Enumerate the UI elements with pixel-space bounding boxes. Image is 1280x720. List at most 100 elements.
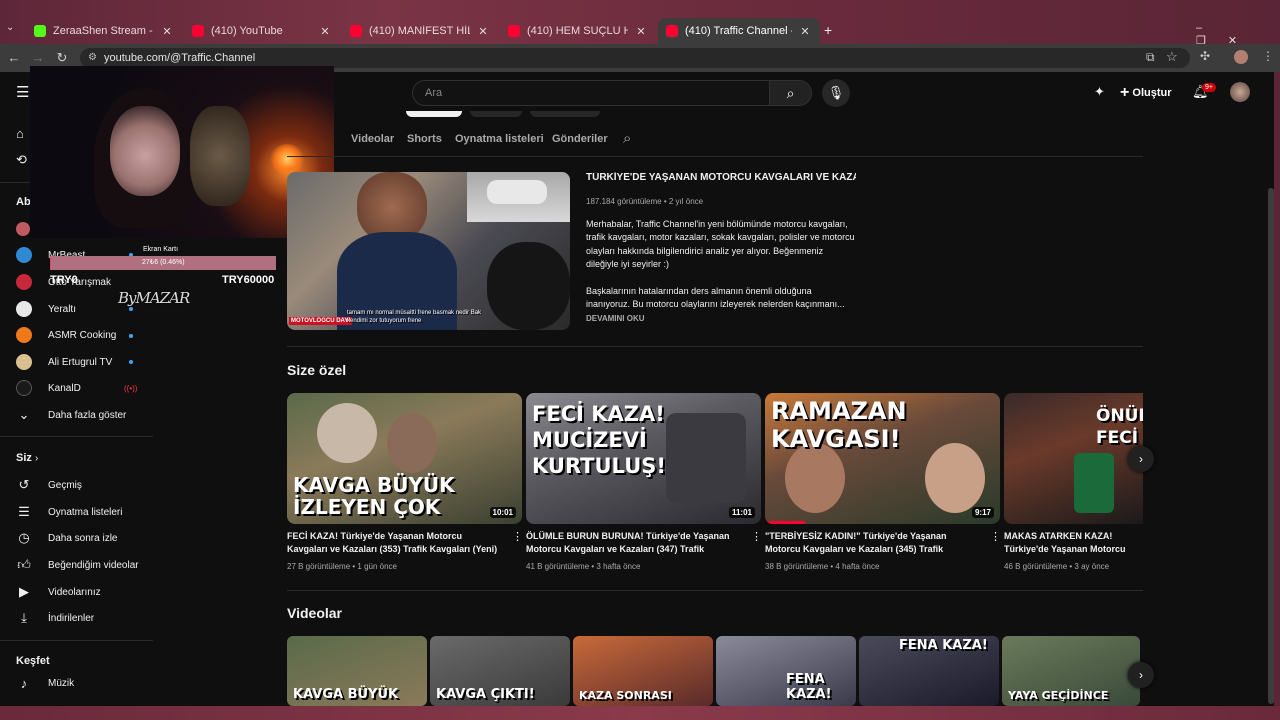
history-icon: ↺ [18, 477, 30, 492]
thumb-person [785, 443, 845, 513]
video-thumbnail[interactable]: KAVGA ÇIKTI! [430, 636, 570, 706]
url-field[interactable]: ⚙ youtube.com/@Traffic.Channel [80, 48, 1190, 68]
featured-video-title[interactable]: TÜRKİYE'DE YAŞANAN MOTORCU KAVGALARI VE … [586, 172, 856, 183]
tab-posts[interactable]: Gönderiler [552, 133, 608, 145]
search-input[interactable]: Ara [412, 80, 770, 106]
divider [0, 436, 153, 437]
channel-avatar [16, 274, 32, 290]
thumb-dog [487, 242, 570, 330]
video-title[interactable]: ÖLÜMLE BURUN BURUNA! Türkiye'de Yaşanan … [526, 530, 741, 556]
bookmark-star-icon[interactable]: ☆ [1166, 49, 1178, 65]
thumb-text: YAYA GEÇİDİNCE [1008, 689, 1109, 702]
close-icon[interactable]: ✕ [798, 25, 812, 38]
account-avatar[interactable] [1230, 82, 1250, 102]
close-icon[interactable]: ✕ [634, 25, 648, 38]
browser-tab-2[interactable]: (410) YouTube ✕ [184, 18, 340, 44]
more-options-icon[interactable]: ⋮ [512, 530, 523, 543]
hamburger-menu-icon[interactable]: ☰ [16, 83, 29, 101]
video-card-thumbnail[interactable]: KAVGA BÜYÜK İZLEYEN ÇOK 10:01 [287, 393, 522, 524]
music-note-icon: ♪ [20, 675, 28, 691]
reload-icon[interactable]: ↻ [54, 50, 70, 66]
video-thumbnail[interactable]: KAZA SONRASI [573, 636, 713, 706]
cast-icon[interactable]: ✦ [1094, 84, 1105, 100]
close-icon[interactable]: ✕ [318, 25, 332, 38]
search-button[interactable]: ⌕ [770, 80, 812, 106]
carousel-next-button[interactable]: › [1128, 662, 1154, 688]
plus-icon: + [1120, 84, 1130, 102]
tab-list-chevron-icon[interactable]: ⌄ [6, 22, 14, 33]
site-info-icon[interactable]: ⚙ [88, 48, 97, 68]
video-meta: 46 B görüntüleme • 3 ay önce [1004, 562, 1110, 571]
channel-avatar [16, 301, 32, 317]
new-tab-icon[interactable]: + [824, 22, 832, 38]
sidebar-item-label: Ali Ertugrul TV [48, 356, 113, 368]
tab-shorts[interactable]: Shorts [407, 133, 442, 145]
watch-progress-bar [765, 521, 805, 524]
youtube-icon [508, 25, 520, 37]
sidebar-sub-ali-ertugrul[interactable]: Ali Ertugrul TV [0, 349, 150, 375]
browser-tab-4[interactable]: (410) HEM SUÇLU HEM KAÇAK ✕ [500, 18, 656, 44]
install-icon[interactable]: ⧉ [1146, 50, 1155, 65]
chip[interactable] [530, 111, 600, 117]
widget-progress-text: 27₺6 (0.46%) [142, 259, 185, 266]
extensions-icon[interactable]: ✣ [1200, 49, 1210, 63]
notification-badge: 9+ [1202, 83, 1216, 92]
tab-playlists[interactable]: Oynatma listeleri [455, 133, 544, 145]
thumb-text: RAMAZAN KAVGASI! [771, 397, 907, 453]
create-button[interactable]: + Oluştur [1120, 81, 1172, 105]
video-thumbnail[interactable]: FENA KAZA! [859, 636, 999, 706]
sidebar-item-music[interactable]: ♪ Müzik [0, 670, 150, 696]
sidebar-item-playlists[interactable]: ☰ Oynatma listeleri [0, 499, 150, 525]
forward-icon[interactable]: → [30, 50, 46, 65]
shorts-icon[interactable]: ⟲ [16, 152, 27, 168]
more-options-icon[interactable]: ⋮ [751, 530, 762, 543]
chip[interactable] [470, 111, 522, 117]
channel-search-icon[interactable]: ⌕ [623, 130, 631, 147]
divider [287, 590, 1143, 591]
featured-description-2: Başkalarının hatalarından ders almanın ö… [586, 286, 845, 310]
channel-avatar[interactable] [16, 222, 30, 236]
sidebar-item-watch-later[interactable]: ◷ Daha sonra izle [0, 525, 150, 551]
video-meta: 41 B görüntüleme • 3 hafta önce [526, 562, 641, 571]
sidebar-item-your-videos[interactable]: ▶ Videolarınız [0, 579, 150, 605]
sidebar-show-more[interactable]: ⌄ Daha fazla göster [0, 402, 150, 428]
sidebar-item-label: İndirilenler [48, 612, 95, 624]
video-card-thumbnail[interactable]: ÖNÜNE FECİ [1004, 393, 1143, 524]
sidebar-item-liked-videos[interactable]: 👍︎ Beğendiğim videolar [0, 552, 150, 578]
profile-avatar[interactable] [1234, 50, 1248, 64]
browser-tab-1[interactable]: ZeraaShen Stream - Kick Dashbo ✕ [26, 18, 182, 44]
page-scrollbar[interactable] [1268, 188, 1274, 704]
close-icon[interactable]: ✕ [160, 25, 174, 38]
tab-videos[interactable]: Videolar [351, 133, 394, 145]
browser-tab-3[interactable]: (410) MANİFEST HİLAL İNSTAF ✕ [342, 18, 498, 44]
featured-video-thumbnail[interactable]: MOTOVLOGCU DAYI tamam mı normal müsaitti… [287, 172, 570, 330]
video-card-thumbnail[interactable]: FECİ KAZA! MUCİZEVİ KURTULUŞ! 11:01 [526, 393, 761, 524]
thumb-car [487, 180, 547, 204]
thumb-badge: MOTOVLOGCU DAYI [289, 317, 353, 325]
sidebar-item-label: Daha sonra izle [48, 532, 118, 544]
sidebar-item-history[interactable]: ↺ Geçmiş [0, 472, 150, 498]
read-more-link[interactable]: DEVAMINI OKU [586, 314, 645, 323]
video-thumbnail[interactable]: FENA KAZA! [716, 636, 856, 706]
video-title[interactable]: FECİ KAZA! Türkiye'de Yaşanan Motorcu Ka… [287, 530, 502, 556]
chip-active[interactable] [406, 111, 462, 117]
more-options-icon[interactable]: ⋮ [990, 530, 1001, 543]
subscriptions-heading: Ab [16, 196, 31, 208]
widget-title: Ekran Kartı [143, 246, 179, 253]
sidebar-sub-asmr-cooking[interactable]: ASMR Cooking [0, 322, 150, 348]
close-icon[interactable]: ✕ [476, 25, 490, 38]
video-thumbnail[interactable]: YAYA GEÇİDİNCE [1002, 636, 1140, 706]
browser-menu-icon[interactable]: ⋮ [1262, 49, 1274, 63]
video-card-thumbnail[interactable]: RAMAZAN KAVGASI! 9:17 [765, 393, 1000, 524]
you-heading[interactable]: Siz › [16, 452, 38, 464]
browser-tab-5[interactable]: (410) Traffic Channel - YouTube ✕ [658, 18, 820, 44]
voice-search-button[interactable]: 🎙 [822, 79, 850, 107]
video-icon: ▶ [19, 584, 29, 599]
back-icon[interactable]: ← [6, 50, 22, 65]
carousel-next-button[interactable]: › [1128, 446, 1154, 472]
sidebar-item-downloads[interactable]: ⤓ İndirilenler [0, 605, 150, 631]
video-title[interactable]: "TERBİYESİZ KADIN!" Türkiye'de Yaşanan M… [765, 530, 980, 556]
home-icon[interactable]: ⌂ [16, 126, 24, 141]
video-thumbnail[interactable]: KAVGA BÜYÜK [287, 636, 427, 706]
video-title[interactable]: MAKAS ATARKEN KAZA! Türkiye'de Yaşanan M… [1004, 530, 1143, 556]
